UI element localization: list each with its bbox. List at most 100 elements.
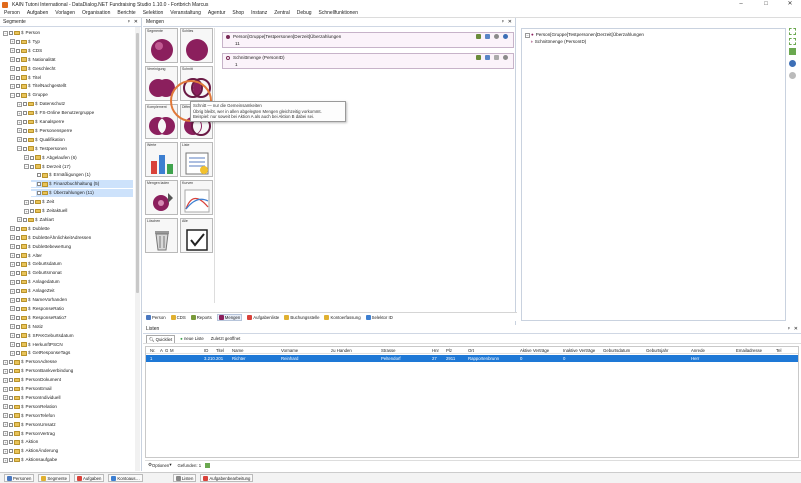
tree-item[interactable]: $ Ermäßigungen (1): [31, 171, 133, 179]
tree-item[interactable]: − $ Gruppe: [10, 91, 133, 99]
tree-item[interactable]: + $ Zeitaktuell: [24, 207, 133, 215]
checkbox[interactable]: [30, 164, 34, 169]
expand-icon[interactable]: +: [17, 137, 22, 143]
dock-aufgaben[interactable]: Aufgaben: [74, 474, 105, 482]
tree-item[interactable]: + $ ResponseRatio7: [10, 314, 133, 322]
expand-icon[interactable]: +: [3, 368, 8, 374]
tree-item[interactable]: + $ HerkunftPSCN: [10, 341, 133, 349]
expand-icon[interactable]: +: [10, 83, 15, 89]
tab-reports[interactable]: Reports: [190, 314, 212, 320]
tree-item[interactable]: + $ PersonAdresse: [3, 358, 133, 366]
checkbox[interactable]: [9, 404, 13, 409]
expand-icon[interactable]: +: [10, 297, 15, 303]
tree-item[interactable]: + $ Aktionsaufgabe: [3, 456, 133, 464]
copy-icon[interactable]: [485, 55, 490, 60]
tree-item[interactable]: + $ Geschlecht: [10, 65, 133, 73]
expand-icon[interactable]: +: [10, 39, 15, 45]
expand-icon[interactable]: +: [17, 128, 22, 134]
tree-item[interactable]: + $ Notiz: [10, 323, 133, 331]
expand-icon[interactable]: +: [3, 422, 8, 428]
tree-item[interactable]: + $ Geburtsdatum: [10, 260, 133, 268]
tool-segmente[interactable]: Segmente: [145, 28, 178, 63]
checkbox[interactable]: [23, 128, 27, 133]
menu-vorlagen[interactable]: Vorlagen: [55, 10, 75, 16]
expand-icon[interactable]: +: [24, 199, 29, 205]
checkbox[interactable]: [9, 413, 13, 418]
expand-icon[interactable]: +: [10, 57, 15, 63]
expand-icon[interactable]: +: [10, 270, 15, 276]
gear-icon[interactable]: [494, 34, 499, 39]
tree-item[interactable]: + $ PersonEmail: [3, 385, 133, 393]
checkbox[interactable]: [16, 66, 20, 71]
checkbox[interactable]: [9, 458, 13, 463]
tab-buchungsstelle[interactable]: Buchungsstelle: [284, 314, 319, 320]
expand-icon[interactable]: +: [3, 448, 8, 454]
expand-icon[interactable]: +: [10, 288, 15, 294]
column-header[interactable]: Tel: [776, 347, 782, 354]
column-header[interactable]: Nr.: [150, 347, 156, 354]
tree-item[interactable]: + $ Nationalität: [10, 56, 133, 64]
people-icon[interactable]: [476, 34, 481, 39]
grid-icon[interactable]: [789, 38, 796, 45]
maximize-button[interactable]: □: [755, 0, 777, 9]
menu-berichte[interactable]: Berichte: [117, 10, 135, 16]
column-header[interactable]: Name: [232, 347, 243, 354]
set-node[interactable]: Schnittmenge (PersonID) 1: [222, 53, 514, 69]
tree-item[interactable]: + $ Typ: [10, 38, 133, 46]
expand-icon[interactable]: +: [3, 395, 8, 401]
checkbox[interactable]: [9, 422, 13, 427]
expand-icon[interactable]: +: [10, 324, 15, 330]
expand-icon[interactable]: +: [3, 386, 8, 392]
tree-item[interactable]: + $ Datenschutz: [17, 100, 133, 108]
column-header[interactable]: Strasse: [381, 347, 396, 354]
expand-icon[interactable]: +: [3, 404, 8, 410]
expand-icon[interactable]: +: [10, 66, 15, 72]
tree-item[interactable]: + $ CDS: [10, 47, 133, 55]
pin-icon[interactable]: ᵖ: [128, 19, 130, 25]
tree-item[interactable]: + $ NameVorhanden: [10, 296, 133, 304]
tree-item[interactable]: + $ Zahlart: [17, 216, 133, 224]
checkbox[interactable]: [23, 120, 27, 124]
checkbox[interactable]: [23, 137, 27, 142]
expand-icon[interactable]: [31, 172, 36, 178]
mengen-canvas[interactable]: Person[Gruppe[Testpersonen[Derzeit[Überz…: [217, 28, 515, 303]
tree-item[interactable]: + $ PersonVertrag: [3, 430, 133, 438]
expand-icon[interactable]: +: [10, 333, 15, 339]
dock-segmente[interactable]: Segmente: [38, 474, 70, 482]
column-header[interactable]: Vorname: [281, 347, 298, 354]
expand-icon[interactable]: +: [24, 208, 29, 214]
checkbox[interactable]: [9, 369, 13, 374]
tool-schliess[interactable]: Schlies: [180, 28, 213, 63]
tool-werte[interactable]: Werte: [145, 142, 178, 177]
column-header[interactable]: Geburtsdatum: [603, 347, 630, 354]
checkbox[interactable]: [37, 182, 41, 187]
collapse-icon[interactable]: −: [525, 32, 530, 38]
tab-person[interactable]: Person: [146, 314, 166, 320]
link-icon[interactable]: [494, 55, 499, 60]
tool-loeschen[interactable]: Löschen: [145, 218, 178, 253]
tab-mengen[interactable]: Mengen: [216, 313, 243, 321]
tree-item[interactable]: + $ PersonBankverbindung: [3, 367, 133, 375]
menu-organisation[interactable]: Organisation: [82, 10, 110, 16]
tool-alle[interactable]: Alle: [180, 218, 213, 253]
menu-debug[interactable]: Debug: [297, 10, 312, 16]
tree-item[interactable]: + $ Kanalsperre: [17, 118, 133, 126]
checkbox[interactable]: [16, 93, 20, 98]
tree-item[interactable]: + $ Aktion: [3, 438, 133, 446]
tree-item[interactable]: + $ Abgelaufen (6): [24, 154, 133, 162]
expand-icon[interactable]: +: [3, 413, 8, 419]
minimize-button[interactable]: –: [730, 0, 752, 9]
expand-icon[interactable]: +: [3, 377, 8, 383]
checkbox[interactable]: [16, 244, 20, 249]
tool-mengen-laden[interactable]: Mengen laden: [145, 180, 178, 215]
checkbox[interactable]: [16, 84, 20, 89]
tree-item[interactable]: + $ PersonIndividuell: [3, 394, 133, 402]
expand-icon[interactable]: +: [10, 226, 15, 232]
info-icon[interactable]: [503, 34, 508, 39]
expand-icon[interactable]: +: [10, 342, 15, 347]
checkbox[interactable]: [16, 226, 20, 231]
expand-icon[interactable]: [31, 190, 36, 196]
column-header[interactable]: Ort: [468, 347, 474, 354]
expand-icon[interactable]: +: [10, 279, 15, 285]
green-square-icon[interactable]: [789, 48, 796, 55]
